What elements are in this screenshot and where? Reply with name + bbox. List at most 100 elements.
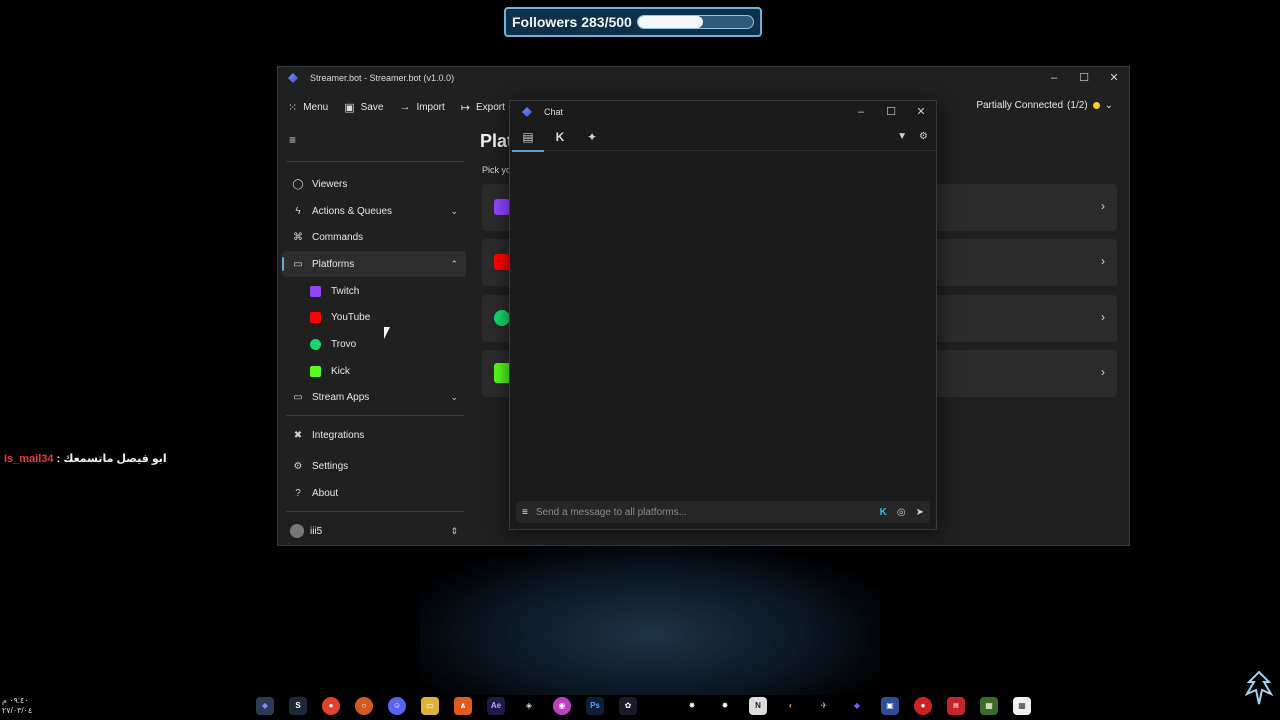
export-label: Export: [476, 101, 505, 113]
sparkle-icon: ✦: [586, 130, 598, 144]
connection-status[interactable]: Partially Connected (1/2) ⌄: [976, 100, 1113, 111]
taskbar-app-explorer[interactable]: ▭: [421, 697, 439, 715]
hamburger-icon[interactable]: ≡: [522, 507, 528, 518]
camera-icon: ▭: [293, 391, 303, 403]
taskbar-app-steam[interactable]: S: [289, 697, 307, 715]
sidebar-item-platforms[interactable]: ▭ Platforms ⌃: [282, 251, 466, 277]
taskbar-app-notion[interactable]: N: [749, 697, 767, 715]
question-icon: ?: [295, 487, 301, 499]
window-controls: – ☐ ✕: [1039, 67, 1129, 89]
lightning-icon: ϟ: [295, 205, 301, 217]
streamerbot-logo-icon: [522, 107, 532, 117]
hamburger-icon[interactable]: ≡: [289, 133, 296, 147]
taskbar-app-recorder[interactable]: ●: [914, 697, 932, 715]
maximize-icon[interactable]: ☐: [1069, 67, 1099, 89]
taskbar-app-minecraft[interactable]: ▦: [980, 697, 998, 715]
taskbar-app-controller[interactable]: ▣: [881, 697, 899, 715]
avatar: [290, 524, 304, 538]
chevron-updown-icon: ⇕: [450, 525, 458, 536]
platforms-icon: ▭: [293, 258, 303, 270]
globe-icon[interactable]: ◎: [897, 507, 906, 518]
followers-label: Followers 283/500: [512, 14, 632, 30]
maximize-icon[interactable]: ☐: [876, 101, 906, 123]
close-icon[interactable]: ✕: [1099, 67, 1129, 89]
chat-overlay-user: Is_mail34: [4, 453, 54, 465]
minimize-icon[interactable]: –: [846, 101, 876, 123]
taskbar-app-blender[interactable]: ◐: [782, 697, 800, 715]
taskbar-app-game-2[interactable]: ✸: [716, 697, 734, 715]
kick-icon: K: [555, 130, 565, 144]
sidebar-item-label: Integrations: [312, 429, 365, 441]
menu-button[interactable]: ⁙ Menu: [288, 101, 328, 114]
taskbar-app-unity[interactable]: ◈: [520, 697, 538, 715]
taskbar-app-after-effects[interactable]: Ae: [487, 697, 505, 715]
taskbar-app-obs[interactable]: ○: [355, 697, 373, 715]
connection-label: Partially Connected: [976, 100, 1064, 111]
sidebar-item-viewers[interactable]: ◯ Viewers: [282, 171, 466, 197]
chat-bubble-icon: ▤: [522, 130, 534, 144]
taskbar-app-chrome[interactable]: ●: [322, 697, 340, 715]
save-button[interactable]: ▣ Save: [344, 101, 383, 114]
desktop-wallpaper: [420, 545, 880, 695]
sidebar-item-integrations[interactable]: ✖ Integrations: [282, 422, 466, 448]
trovo-icon: [494, 310, 510, 326]
taskbar-app-streamerbot[interactable]: ◆: [256, 697, 274, 715]
sidebar-item-label: Viewers: [312, 178, 348, 190]
sidebar-item-settings[interactable]: ⚙ Settings: [282, 453, 466, 479]
close-icon[interactable]: ✕: [906, 101, 936, 123]
taskbar-app-store[interactable]: ▦: [1013, 697, 1031, 715]
taskbar-app-purple[interactable]: ◆: [848, 697, 866, 715]
chat-input-bar: ≡ K ◎ ➤: [516, 501, 930, 523]
taskbar-app-video-editor[interactable]: ▤: [947, 697, 965, 715]
command-icon: ⌘: [293, 231, 303, 243]
gear-icon: ⚙: [293, 460, 303, 472]
sidebar-item-stream-apps[interactable]: ▭ Stream Apps ⌄: [282, 384, 466, 410]
sidebar-item-trovo[interactable]: Trovo: [282, 331, 466, 357]
sidebar-item-actions-queues[interactable]: ϟ Actions & Queues ⌄: [282, 198, 466, 224]
kick-icon[interactable]: K: [880, 507, 887, 518]
clock-time: ٠٩:٤٠ م: [2, 696, 29, 705]
tab-chat[interactable]: ▤: [512, 125, 544, 152]
send-icon[interactable]: ➤: [916, 507, 924, 518]
sidebar: ≡ ◯ Viewers ϟ Actions & Queues ⌄ ⌘ Comma…: [278, 125, 468, 545]
connection-count: (1/2): [1067, 100, 1088, 111]
menu-label: Menu: [303, 101, 329, 113]
taskbar-app-discord[interactable]: ☺: [388, 697, 406, 715]
import-label: Import: [416, 101, 445, 113]
taskbar-app-color[interactable]: ◉: [553, 697, 571, 715]
save-icon: ▣: [344, 101, 355, 114]
followers-progress-track: [636, 15, 754, 29]
taskbar-app-orange[interactable]: ∧: [454, 697, 472, 715]
minimize-icon[interactable]: –: [1039, 67, 1069, 89]
sidebar-item-youtube[interactable]: YouTube: [282, 304, 466, 330]
sidebar-item-about[interactable]: ? About: [282, 480, 466, 506]
tab-kick[interactable]: K: [544, 125, 576, 151]
export-icon: ↦: [460, 101, 470, 114]
chevron-right-icon: ›: [1101, 365, 1105, 379]
filter-icon[interactable]: ▼: [897, 131, 907, 142]
streamer-logo-icon: [1244, 670, 1274, 705]
mouse-cursor: [384, 327, 390, 339]
import-button[interactable]: → Import: [399, 101, 444, 113]
gear-icon[interactable]: ⚙: [919, 131, 928, 142]
chat-overlay-message: ابو فيصل ماتسمعك: [63, 453, 167, 465]
kick-icon: [310, 365, 321, 377]
taskbar-app-davinci[interactable]: ✿: [619, 697, 637, 715]
sidebar-item-kick[interactable]: Kick: [282, 358, 466, 384]
tab-sparkle[interactable]: ✦: [576, 125, 608, 151]
sidebar-item-label: YouTube: [331, 311, 371, 323]
sidebar-item-commands[interactable]: ⌘ Commands: [282, 224, 466, 250]
profile-switcher[interactable]: iii5 ⇕: [282, 518, 466, 544]
taskbar-app-tool[interactable]: ✈: [815, 697, 833, 715]
chat-title: Chat: [544, 107, 564, 117]
chevron-up-icon: ⌃: [450, 258, 458, 269]
followers-progress-fill: [637, 16, 704, 28]
export-button[interactable]: ↦ Export: [461, 101, 505, 114]
sidebar-item-label: Settings: [312, 460, 349, 472]
taskbar-app-game-1[interactable]: ✸: [683, 697, 701, 715]
taskbar-clock[interactable]: ٠٩:٤٠ م ٢٧/٠٣/٠٤: [2, 696, 32, 716]
sidebar-item-twitch[interactable]: Twitch: [282, 278, 466, 304]
chat-message-input[interactable]: [535, 506, 870, 518]
chevron-right-icon: ›: [1101, 199, 1105, 213]
taskbar-app-photoshop[interactable]: Ps: [586, 697, 604, 715]
